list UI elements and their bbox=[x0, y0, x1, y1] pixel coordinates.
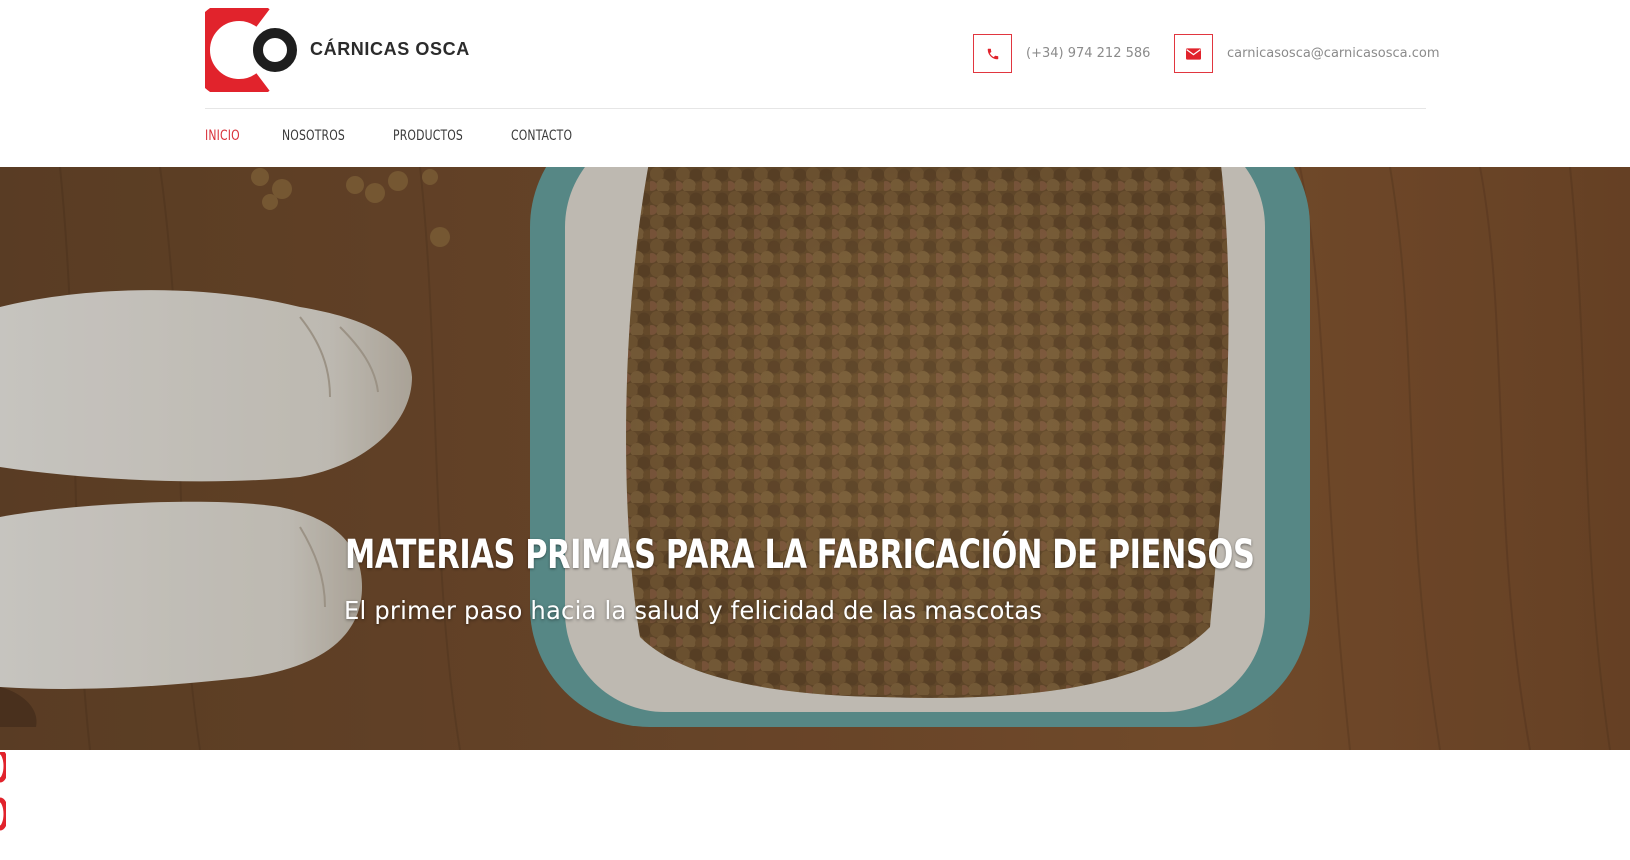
nav-item-inicio[interactable]: INICIO bbox=[205, 128, 240, 144]
hero-title: MATERIAS PRIMAS PARA LA FABRICACIÓN DE P… bbox=[345, 532, 1255, 578]
brand-logo[interactable]: CÁRNICAS OSCA bbox=[205, 8, 469, 92]
main-nav: INICIO NOSOTROS PRODUCTOS CONTACTO bbox=[205, 128, 619, 144]
phone-contact[interactable]: (+34) 974 212 586 bbox=[973, 34, 1150, 73]
phone-icon bbox=[973, 34, 1012, 73]
envelope-icon bbox=[1174, 34, 1213, 73]
page: CÁRNICAS OSCA (+34) 974 212 586 carnicas… bbox=[0, 0, 1630, 860]
phone-number[interactable]: (+34) 974 212 586 bbox=[1026, 46, 1150, 61]
nav-item-nosotros[interactable]: NOSOTROS bbox=[282, 128, 345, 144]
hero-subtitle: El primer paso hacia la salud y felicida… bbox=[344, 596, 1043, 625]
brand-name: CÁRNICAS OSCA bbox=[310, 39, 470, 59]
nav-item-contacto[interactable]: CONTACTO bbox=[511, 128, 572, 144]
hero-overlay bbox=[0, 167, 1630, 750]
hero-banner: MATERIAS PRIMAS PARA LA FABRICACIÓN DE P… bbox=[0, 167, 1630, 750]
edge-logo-fragment bbox=[0, 752, 6, 831]
email-contact[interactable]: carnicasosca@carnicasosca.com bbox=[1174, 34, 1440, 73]
email-address[interactable]: carnicasosca@carnicasosca.com bbox=[1227, 46, 1440, 61]
logo-mark-icon bbox=[205, 8, 297, 92]
nav-item-productos[interactable]: PRODUCTOS bbox=[393, 128, 463, 144]
site-header: CÁRNICAS OSCA (+34) 974 212 586 carnicas… bbox=[205, 0, 1440, 109]
